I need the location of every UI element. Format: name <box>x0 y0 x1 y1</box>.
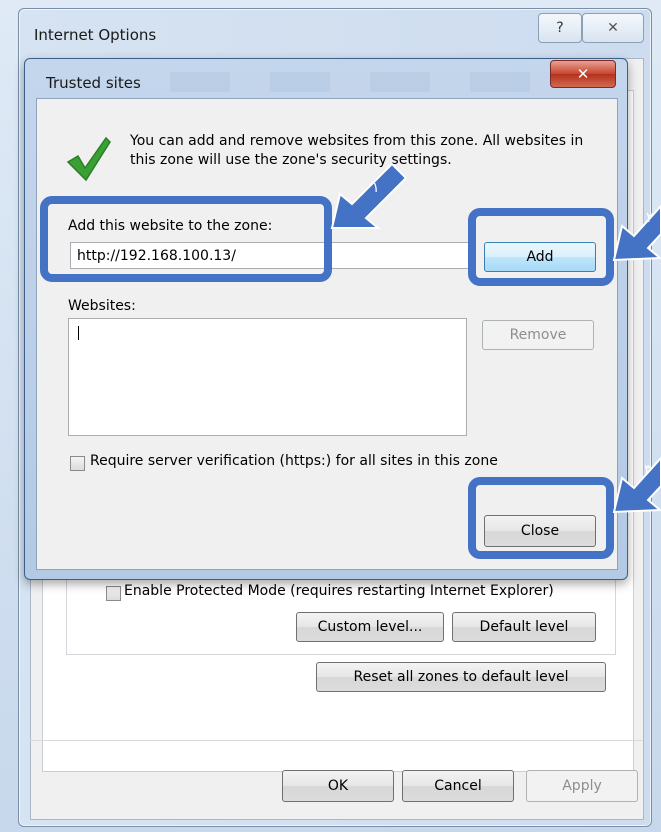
svg-text:٢: ٢ <box>646 210 654 226</box>
arrow-2-icon: ٢ <box>612 204 661 262</box>
websites-list[interactable] <box>68 318 467 436</box>
reset-all-zones-button[interactable]: Reset all zones to default level <box>316 662 606 692</box>
outer-window-title: Internet Options <box>34 26 157 44</box>
protected-mode-checkbox[interactable] <box>106 586 121 601</box>
arrow-1-icon: ١ <box>330 162 408 229</box>
close-icon: ✕ <box>576 65 590 83</box>
dialog-title-bar <box>170 72 550 92</box>
cancel-button[interactable]: Cancel <box>402 770 514 802</box>
apply-button[interactable]: Apply <box>526 770 638 802</box>
require-https-label: Require server verification (https:) for… <box>90 453 498 469</box>
require-https-checkbox[interactable] <box>70 456 85 471</box>
websites-label: Websites: <box>68 298 136 314</box>
bottom-divider <box>30 740 642 741</box>
outer-close-button[interactable]: ✕ <box>582 13 644 43</box>
remove-button[interactable]: Remove <box>482 320 594 350</box>
dialog-close-button[interactable]: ✕ <box>550 60 616 88</box>
green-checkmark-icon <box>66 136 111 182</box>
default-level-button[interactable]: Default level <box>452 612 596 642</box>
svg-text:١: ١ <box>372 180 380 196</box>
close-icon: ✕ <box>607 20 619 36</box>
ok-button[interactable]: OK <box>282 770 394 802</box>
text-caret <box>78 326 79 340</box>
dialog-title: Trusted sites <box>46 74 141 92</box>
highlight-close-button <box>468 477 614 559</box>
protected-mode-label: Enable Protected Mode (requires restarti… <box>124 583 554 599</box>
highlight-url-field <box>40 196 332 282</box>
help-button[interactable]: ? <box>538 13 582 43</box>
arrow-3-icon: ٣ <box>612 456 661 514</box>
custom-level-button[interactable]: Custom level... <box>296 612 444 642</box>
question-mark-icon: ? <box>556 20 564 36</box>
highlight-add-button <box>468 208 614 286</box>
svg-text:٣: ٣ <box>644 462 652 478</box>
